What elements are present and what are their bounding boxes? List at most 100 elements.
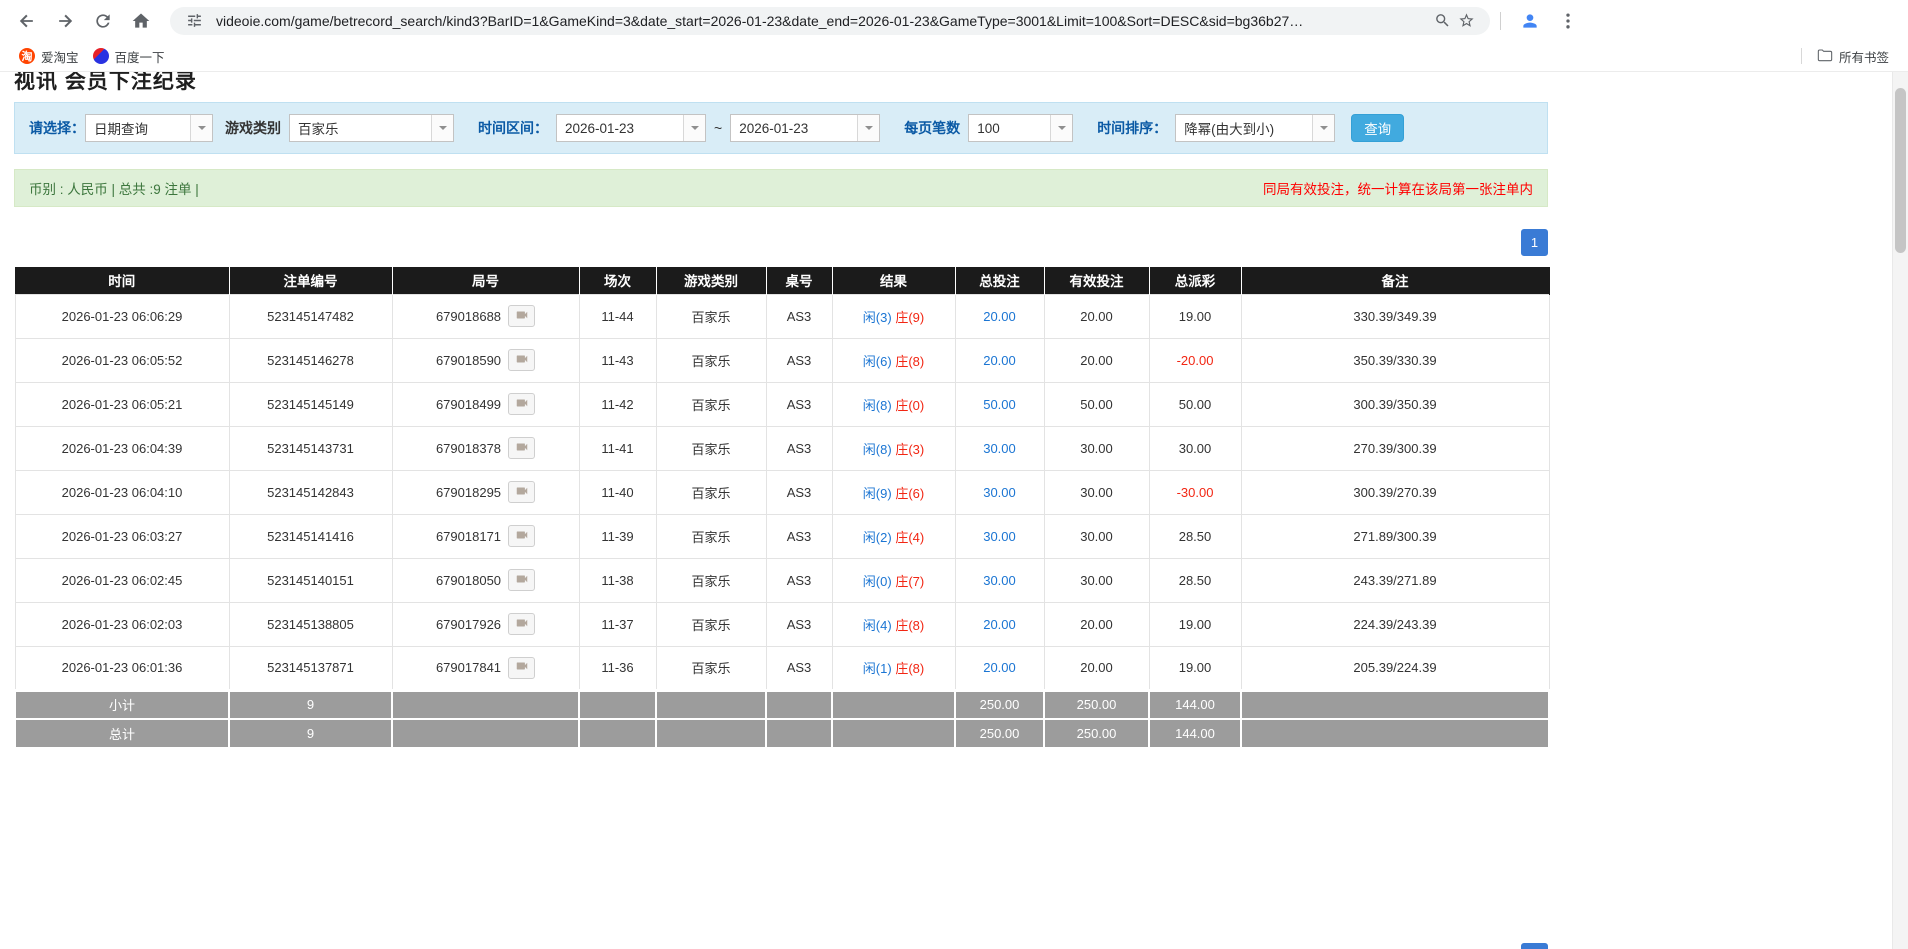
cell-table-no: AS3 (766, 426, 832, 470)
cell-bet-id: 523145138805 (229, 602, 392, 646)
cell-result: 闲(8) 庄(3) (832, 426, 955, 470)
home-button[interactable] (124, 4, 158, 38)
video-replay-button[interactable] (508, 525, 535, 547)
cell-game-type: 百家乐 (656, 338, 766, 382)
refresh-button[interactable] (86, 4, 120, 38)
cell-result: 闲(6) 庄(8) (832, 338, 955, 382)
table-footer: 小计 9 250.00 250.00 144.00 总计 (15, 690, 1549, 748)
search-button[interactable]: 查询 (1351, 114, 1404, 142)
cell-payout: 30.00 (1149, 426, 1241, 470)
chevron-down-icon[interactable] (683, 115, 705, 141)
chevron-down-icon[interactable] (431, 115, 453, 141)
sort-order-combobox[interactable]: 降幂(由大到小) (1175, 114, 1335, 142)
table-header: 时间 注单编号 局号 场次 游戏类别 桌号 结果 总投注 有效投注 总派彩 备注 (15, 267, 1549, 294)
video-replay-button[interactable] (508, 305, 535, 327)
cell-payout: -20.00 (1149, 338, 1241, 382)
sort-order-value: 降幂(由大到小) (1176, 118, 1312, 138)
result-banker: 庄(0) (895, 398, 924, 413)
chevron-down-icon[interactable] (1050, 115, 1072, 141)
video-replay-button[interactable] (508, 393, 535, 415)
page-content: 视讯 会员下注纪录 请选择： 日期查询 游戏类别 百家乐 时间区间： 2026-… (0, 72, 1908, 949)
cell-note: 224.39/243.39 (1241, 602, 1549, 646)
videocam-icon (515, 308, 529, 325)
cell-session: 11-42 (579, 382, 656, 426)
cell-table-no: AS3 (766, 558, 832, 602)
cell-session: 11-39 (579, 514, 656, 558)
video-replay-button[interactable] (508, 613, 535, 635)
col-header-result: 结果 (832, 267, 955, 294)
cell-session: 11-36 (579, 646, 656, 690)
bookmark-star-icon[interactable] (1454, 9, 1478, 33)
summary-note-text: 同局有效投注，统一计算在该局第一张注单内 (1263, 178, 1533, 198)
bet-record-row: 2026-01-23 06:05:21523145145149679018499… (15, 382, 1549, 426)
page-size-combobox[interactable]: 100 (968, 114, 1073, 142)
pagination-bottom: 1 (14, 943, 1548, 949)
all-bookmarks-button[interactable]: 所有书签 (1810, 44, 1896, 69)
round-number: 679018499 (436, 397, 501, 412)
menu-kebab-button[interactable] (1551, 4, 1585, 38)
footer-empty-cell (1241, 719, 1549, 748)
forward-button[interactable] (48, 4, 82, 38)
toolbar-divider (1500, 12, 1501, 30)
date-end-combobox[interactable]: 2026-01-23 (730, 114, 880, 142)
site-settings-icon[interactable] (182, 9, 206, 33)
result-banker: 庄(7) (895, 574, 924, 589)
bet-table-body: 2026-01-23 06:06:29523145147482679018688… (15, 294, 1549, 690)
cell-round: 679018378 (392, 426, 579, 470)
footer-empty-cell (392, 690, 579, 719)
filter-bar: 请选择： 日期查询 游戏类别 百家乐 时间区间： 2026-01-23 ~ 20… (14, 102, 1548, 154)
video-replay-button[interactable] (508, 569, 535, 591)
round-number: 679018171 (436, 529, 501, 544)
date-start-combobox[interactable]: 2026-01-23 (556, 114, 706, 142)
cell-note: 270.39/300.39 (1241, 426, 1549, 470)
address-bar[interactable]: videoie.com/game/betrecord_search/kind3?… (170, 7, 1490, 35)
footer-empty-cell (766, 719, 832, 748)
total-payout: 144.00 (1149, 719, 1241, 748)
video-replay-button[interactable] (508, 437, 535, 459)
cell-time: 2026-01-23 06:01:36 (15, 646, 229, 690)
filter-game-type-label: 游戏类别 (225, 118, 281, 138)
cell-payout: 19.00 (1149, 646, 1241, 690)
cell-payout: 19.00 (1149, 294, 1241, 338)
back-button[interactable] (10, 4, 44, 38)
cell-valid-bet: 30.00 (1044, 514, 1149, 558)
cell-session: 11-41 (579, 426, 656, 470)
date-range-separator: ~ (714, 120, 722, 136)
col-header-table-no: 桌号 (766, 267, 832, 294)
round-number: 679017926 (436, 617, 501, 632)
cell-payout: 28.50 (1149, 514, 1241, 558)
round-number: 679018050 (436, 573, 501, 588)
cell-total-bet: 30.00 (955, 426, 1044, 470)
result-banker: 庄(8) (895, 354, 924, 369)
query-type-combobox[interactable]: 日期查询 (85, 114, 213, 142)
chevron-down-icon[interactable] (857, 115, 879, 141)
bookmark-baidu[interactable]: 百度一下 (86, 44, 172, 69)
total-label: 总计 (15, 719, 229, 748)
cell-total-bet: 30.00 (955, 470, 1044, 514)
total-row: 总计 9 250.00 250.00 144.00 (15, 719, 1549, 748)
cell-round: 679018050 (392, 558, 579, 602)
video-replay-button[interactable] (508, 481, 535, 503)
page-1-button[interactable]: 1 (1521, 229, 1548, 256)
cell-game-type: 百家乐 (656, 514, 766, 558)
chevron-down-icon[interactable] (1312, 115, 1334, 141)
video-replay-button[interactable] (508, 349, 535, 371)
zoom-icon[interactable] (1430, 9, 1454, 33)
page-scrollbar[interactable] (1892, 72, 1908, 949)
cell-result: 闲(0) 庄(7) (832, 558, 955, 602)
folder-icon (1817, 48, 1833, 64)
scrollbar-thumb[interactable] (1895, 88, 1906, 253)
videocam-icon (515, 440, 529, 457)
page-1-button-bottom[interactable]: 1 (1521, 943, 1548, 949)
cell-table-no: AS3 (766, 382, 832, 426)
filter-sort-label: 时间排序： (1097, 118, 1167, 138)
bet-record-row: 2026-01-23 06:06:29523145147482679018688… (15, 294, 1549, 338)
col-header-time: 时间 (15, 267, 229, 294)
chevron-down-icon[interactable] (190, 115, 212, 141)
video-replay-button[interactable] (508, 657, 535, 679)
bookmark-taobao[interactable]: 淘 爱淘宝 (12, 44, 86, 69)
game-type-combobox[interactable]: 百家乐 (289, 114, 454, 142)
result-player: 闲(1) (863, 661, 892, 676)
profile-avatar[interactable] (1513, 4, 1547, 38)
cell-note: 300.39/350.39 (1241, 382, 1549, 426)
